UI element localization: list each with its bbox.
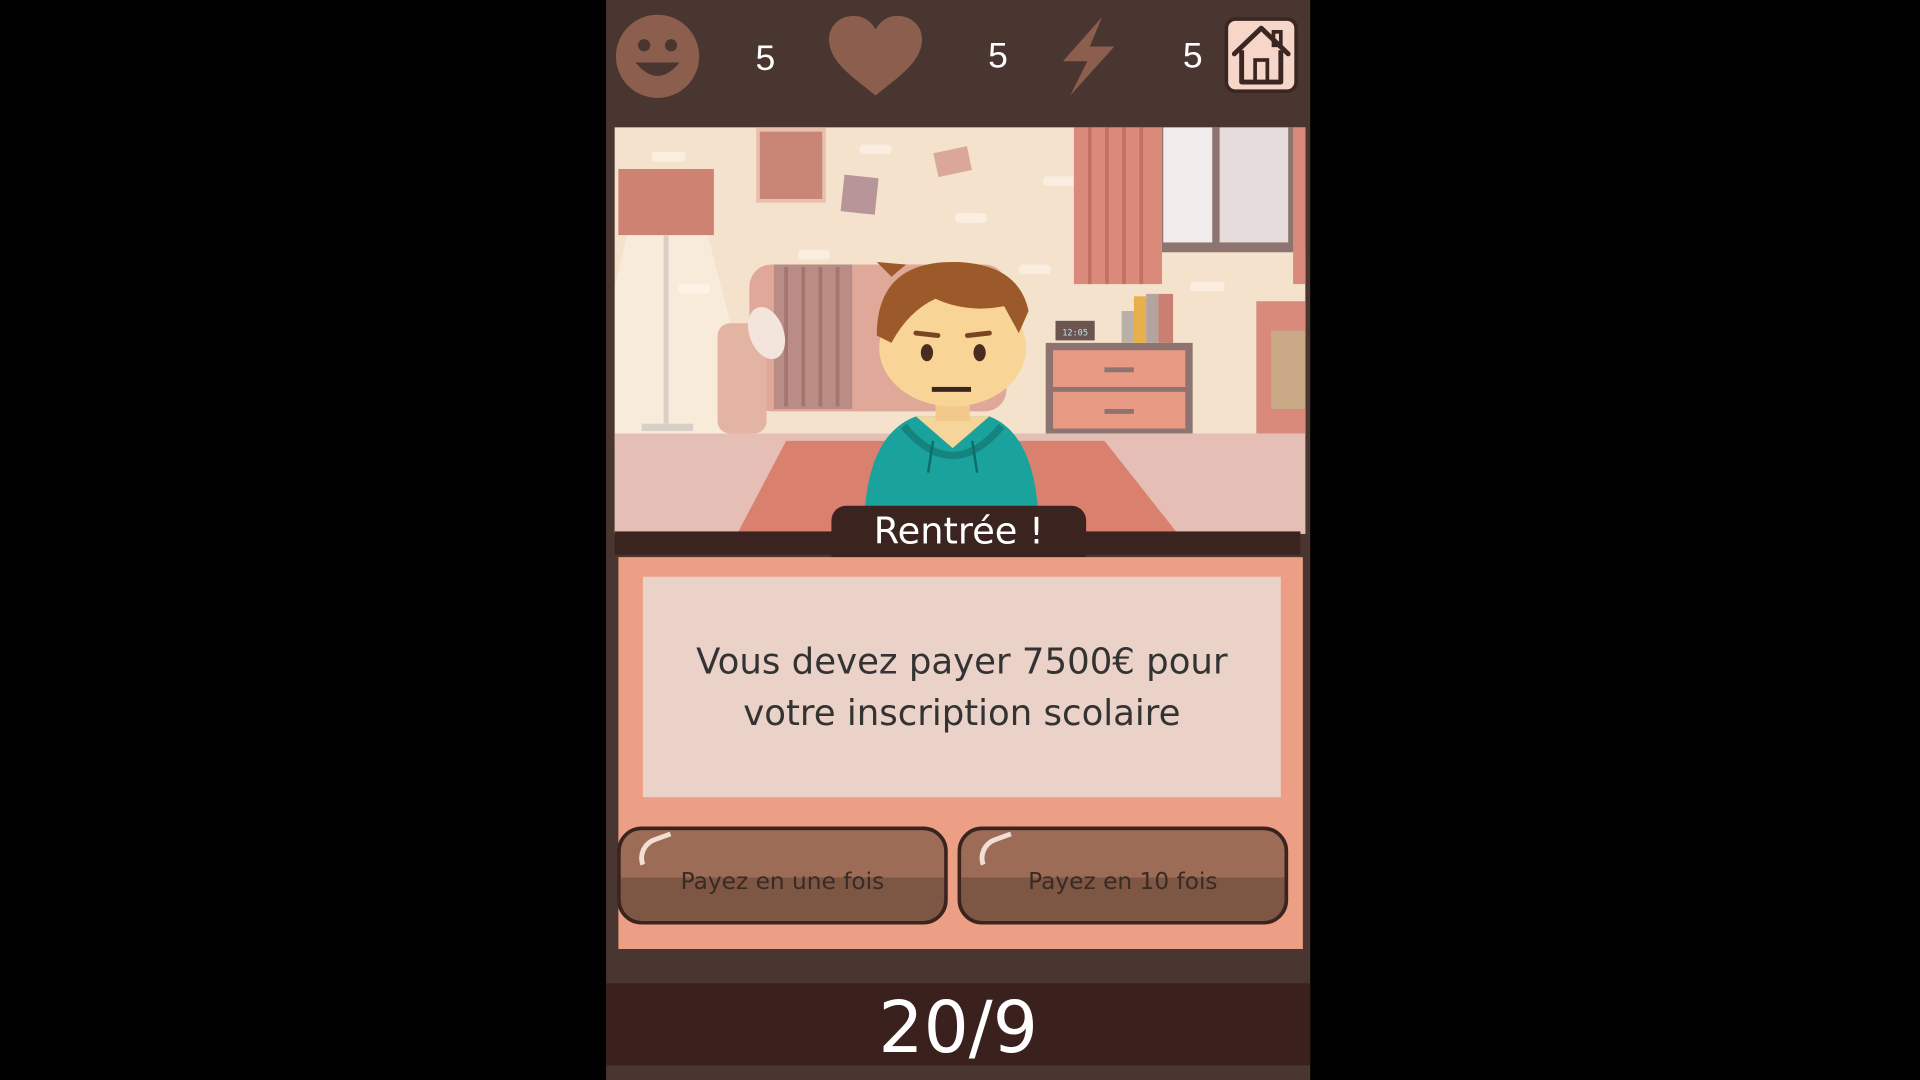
game-window: 5 5 5 12:05 Rentrée ! Vous devez payer 7… [606, 0, 1311, 1080]
event-message: Vous devez payer 7500€ pour votre inscri… [642, 576, 1281, 798]
event-title: Rentrée ! [831, 505, 1087, 558]
home-icon [1231, 25, 1291, 85]
lightning-bolt-icon [1053, 15, 1122, 98]
event-card: Vous devez payer 7500€ pour votre inscri… [617, 557, 1303, 949]
pay-ten-times-label: Payez en 10 fois [1028, 868, 1218, 896]
pay-once-label: Payez en une fois [680, 868, 885, 896]
scene-illustration: 12:05 [614, 127, 1306, 534]
heart-icon [827, 15, 925, 98]
pay-once-button[interactable]: Payez en une fois [617, 826, 948, 925]
screen: 5 5 5 12:05 Rentrée ! Vous devez payer 7… [0, 0, 1920, 1080]
happiness-value: 5 [755, 39, 776, 79]
date-display: 20/9 [606, 983, 1311, 1069]
stats-bar: 5 5 5 [606, 0, 1310, 122]
home-button[interactable] [1224, 17, 1298, 94]
health-value: 5 [988, 36, 1008, 76]
clock-text: 12:05 [1062, 329, 1088, 339]
energy-value: 5 [1182, 36, 1203, 76]
pay-ten-times-button[interactable]: Payez en 10 fois [957, 826, 1289, 925]
smiley-face-icon [615, 13, 701, 99]
